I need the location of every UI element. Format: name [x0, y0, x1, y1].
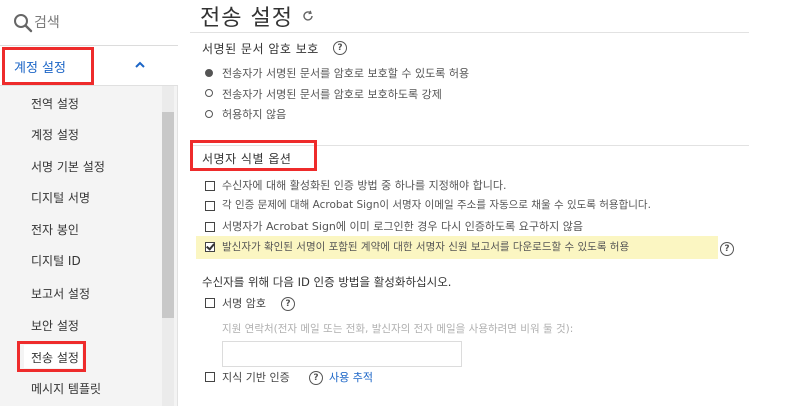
auth-methods-heading: 수신자를 위해 다음 ID 인증 방법을 활성화하십시오.: [202, 275, 452, 289]
help-icon[interactable]: ?: [309, 371, 323, 385]
help-icon[interactable]: ?: [333, 41, 347, 55]
annotation-box-send-settings: [17, 341, 86, 372]
support-contact-input[interactable]: [222, 341, 462, 367]
checkbox-autofill-email[interactable]: [205, 201, 215, 211]
search-box: [0, 0, 178, 46]
annotation-box-account-settings: [2, 47, 94, 85]
sidebar-item-message-templates[interactable]: 메시지 템플릿: [31, 380, 101, 397]
option-require-password: 전송자가 서명된 문서를 암호로 보호하도록 강제: [222, 88, 442, 101]
sidebar-item-security-settings[interactable]: 보안 설정: [31, 317, 79, 334]
help-icon[interactable]: ?: [720, 242, 734, 256]
radio-allow-password[interactable]: [205, 69, 213, 77]
radio-disallow-password[interactable]: [205, 110, 213, 118]
sidebar-item-signature-preferences[interactable]: 서명 기본 설정: [31, 158, 105, 175]
checkbox-identity-report[interactable]: [205, 242, 215, 252]
option-require-auth-method: 수신자에 대해 활성화된 인증 방법 중 하나를 지정해야 합니다.: [222, 179, 507, 192]
sidebar-scrollbar-thumb[interactable]: [162, 112, 174, 318]
annotation-box-signer-identity: [190, 140, 317, 171]
chevron-up-icon[interactable]: [133, 58, 147, 72]
search-icon[interactable]: [12, 12, 34, 34]
sidebar-item-electronic-seals[interactable]: 전자 봉인: [31, 221, 79, 238]
usage-tracking-link[interactable]: 사용 추적: [329, 369, 373, 385]
title-divider: [190, 32, 749, 33]
sidebar-item-global-settings[interactable]: 전역 설정: [31, 95, 79, 112]
option-signing-password: 서명 암호: [222, 297, 266, 310]
page-title: 전송 설정: [200, 6, 293, 31]
help-icon[interactable]: ?: [281, 297, 295, 311]
checkbox-require-auth-method[interactable]: [205, 181, 215, 191]
checkbox-kba[interactable]: [205, 372, 215, 382]
option-allow-password: 전송자가 서명된 문서를 암호로 보호할 수 있도록 허용: [222, 67, 470, 80]
search-input[interactable]: [34, 12, 169, 34]
checkbox-skip-reauth[interactable]: [205, 222, 215, 232]
option-disallow-password: 허용하지 않음: [222, 108, 287, 121]
option-identity-report: 발신자가 확인된 서명이 포함된 계약에 대한 서명자 신원 보고서를 다운로드…: [222, 241, 630, 253]
option-skip-reauth: 서명자가 Acrobat Sign에 이미 로그인한 경우 다시 인증하도록 요…: [222, 220, 584, 233]
sidebar-item-report-settings[interactable]: 보고서 설정: [31, 285, 90, 302]
refresh-icon[interactable]: [302, 10, 314, 22]
support-contact-hint: 지원 연락처(전자 메일 또는 전화, 발신자의 전자 메일을 사용하려면 비워…: [222, 323, 574, 335]
option-kba: 지식 기반 인증: [222, 371, 290, 384]
radio-require-password[interactable]: [205, 89, 213, 97]
option-autofill-email: 각 인증 문제에 대해 Acrobat Sign이 서명자 이메일 주소를 자동…: [222, 199, 651, 211]
sidebar-item-digital-signatures[interactable]: 디지털 서명: [31, 189, 90, 206]
sidebar-item-account-settings[interactable]: 계정 설정: [31, 126, 79, 143]
password-protection-label: 서명된 문서 암호 보호: [202, 42, 319, 56]
checkbox-signing-password[interactable]: [205, 298, 215, 308]
sidebar-item-digital-id[interactable]: 디지털 ID: [31, 252, 81, 269]
